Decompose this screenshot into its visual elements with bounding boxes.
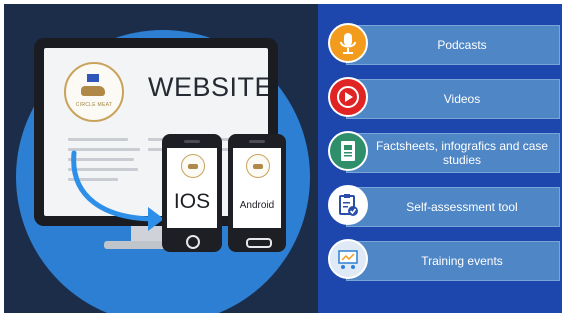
platform-illustration: CIRCLE MEAT WEBSITE IOS Android xyxy=(4,4,318,313)
document-icon xyxy=(328,131,368,171)
phone-speaker xyxy=(249,140,265,143)
eu-flag-icon xyxy=(87,74,99,82)
feature-training-events: Training events xyxy=(318,238,562,284)
play-icon xyxy=(328,77,368,117)
phone-screen: IOS xyxy=(167,148,217,228)
phone-screen: Android xyxy=(233,148,281,228)
text-line xyxy=(68,138,128,141)
phone-speaker xyxy=(184,140,200,143)
feature-label: Training events xyxy=(421,254,503,268)
clipboard-check-icon xyxy=(328,185,368,225)
microphone-icon xyxy=(328,23,368,63)
feature-label: Factsheets, infografics and case studies xyxy=(375,139,549,167)
feature-label: Self-assessment tool xyxy=(406,200,518,214)
feature-self-assessment: Self-assessment tool xyxy=(318,184,562,230)
android-phone: Android xyxy=(228,134,286,252)
cow-icon xyxy=(188,164,198,169)
project-logo-small xyxy=(246,154,270,178)
android-home-bar xyxy=(246,238,272,248)
cow-icon xyxy=(81,86,105,96)
curved-arrow-icon xyxy=(71,150,164,231)
website-label: WEBSITE xyxy=(148,72,268,102)
feature-label: Videos xyxy=(443,92,481,106)
feature-bar: Videos xyxy=(346,79,560,119)
feature-bar: Factsheets, infografics and case studies xyxy=(346,133,560,173)
project-logo-small xyxy=(181,154,205,178)
feature-bar: Podcasts xyxy=(346,25,560,65)
ios-phone: IOS xyxy=(162,134,222,252)
feature-podcasts: Podcasts xyxy=(318,22,562,68)
feature-factsheets: Factsheets, infografics and case studies xyxy=(318,130,562,176)
slide: CIRCLE MEAT WEBSITE IOS Android Podcasts… xyxy=(4,4,562,313)
android-label: Android xyxy=(239,200,275,211)
feature-bar: Self-assessment tool xyxy=(346,187,560,227)
project-logo: CIRCLE MEAT xyxy=(64,62,124,122)
features-panel: Podcasts Videos Factsheets, infografics … xyxy=(318,4,562,313)
presentation-board-icon xyxy=(328,239,368,279)
logo-text: CIRCLE MEAT xyxy=(75,102,113,108)
feature-bar: Training events xyxy=(346,241,560,281)
feature-videos: Videos xyxy=(318,76,562,122)
cow-icon xyxy=(253,164,263,169)
feature-label: Podcasts xyxy=(437,38,487,52)
ios-label: IOS xyxy=(173,190,211,213)
home-button xyxy=(186,235,200,249)
